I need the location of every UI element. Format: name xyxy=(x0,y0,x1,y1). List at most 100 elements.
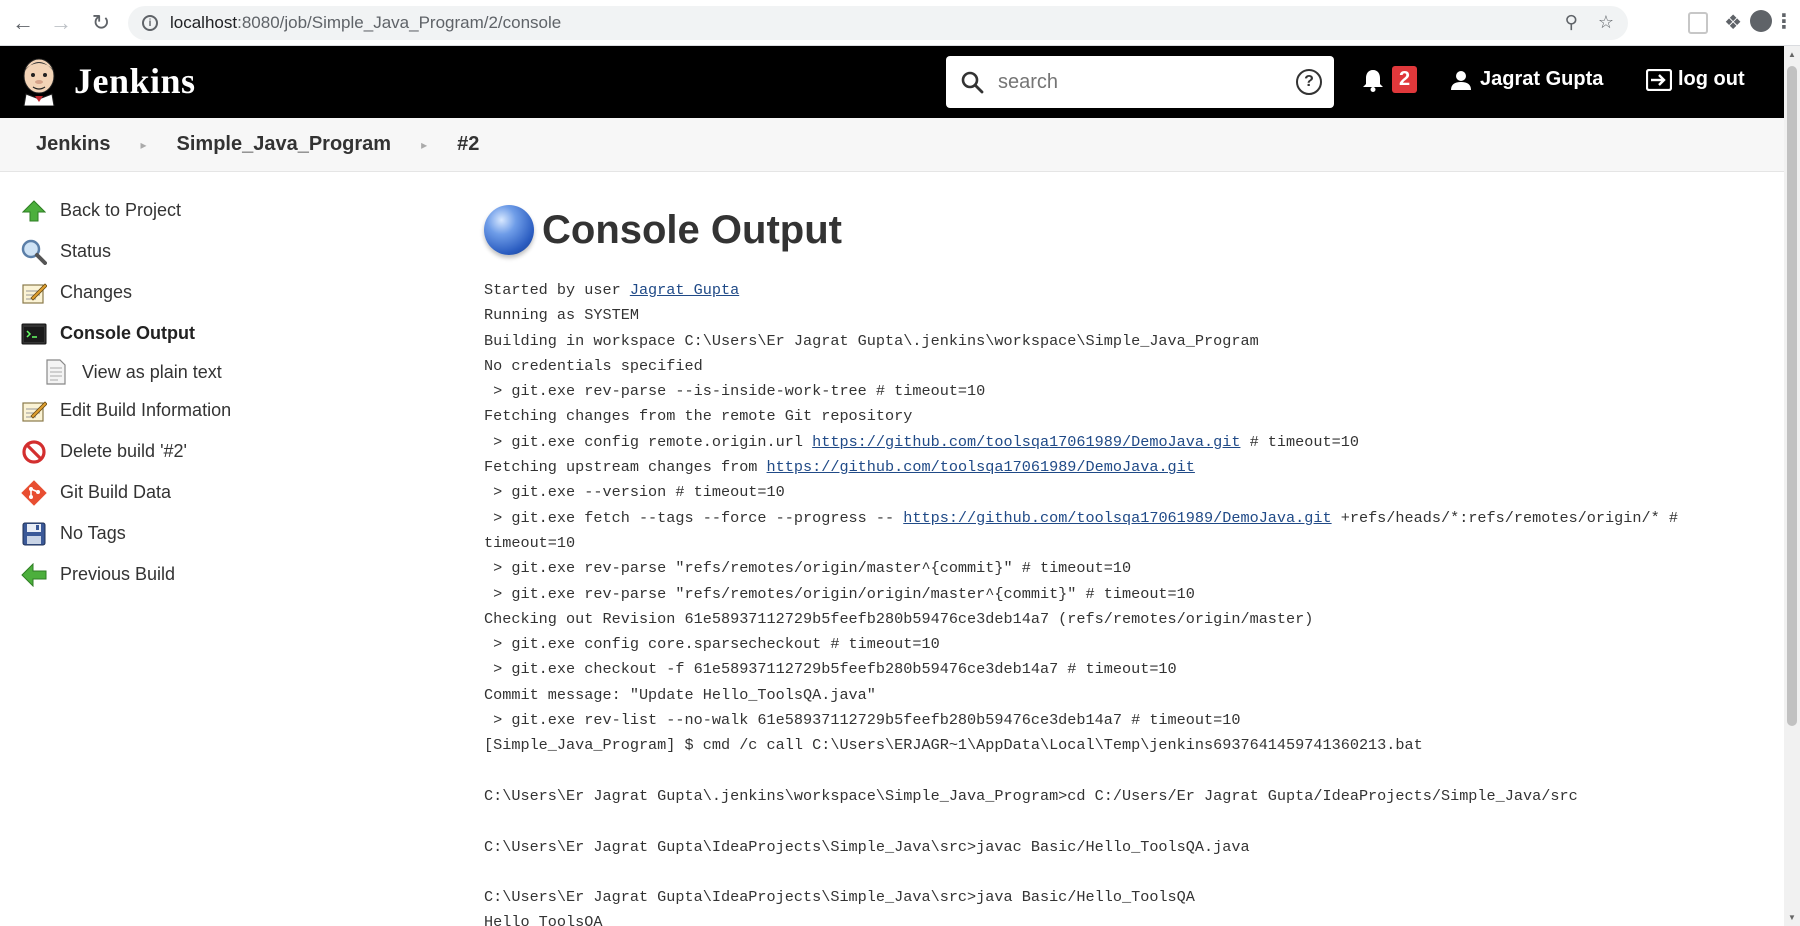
console-line: > git.exe rev-parse "refs/remotes/origin… xyxy=(484,584,1195,603)
console-output: Started by user Jagrat Gupta Running as … xyxy=(484,278,1764,926)
user-icon xyxy=(1451,70,1471,90)
console-line: Commit message: "Update Hello_ToolsQA.ja… xyxy=(484,685,876,704)
search-icon xyxy=(961,71,984,94)
console-line: Fetching upstream changes from xyxy=(484,458,767,477)
title-row: Console Output xyxy=(484,196,1764,264)
repo-url-link[interactable]: https://github.com/toolsqa17061989/DemoJ… xyxy=(767,458,1195,476)
back-arrow-icon[interactable]: ← xyxy=(8,8,38,38)
address-bar[interactable]: i localhost:8080/job/Simple_Java_Program… xyxy=(128,6,1628,40)
notepad-icon xyxy=(20,397,48,425)
terminal-icon xyxy=(20,320,48,348)
console-line: > git.exe config core.sparsecheckout # t… xyxy=(484,635,940,654)
console-line: +refs/heads/*:refs/remotes/origin/* # xyxy=(1331,508,1678,527)
up-arrow-icon xyxy=(20,197,48,225)
repo-url-link[interactable]: https://github.com/toolsqa17061989/DemoJ… xyxy=(812,433,1240,451)
url-host: localhost xyxy=(170,13,238,32)
console-line: > git.exe checkout -f 61e58937112729b5fe… xyxy=(484,660,1177,679)
console-line: Started by user xyxy=(484,281,630,299)
breadcrumb-chevron-icon[interactable]: ▸ xyxy=(421,138,427,152)
jenkins-header: Jenkins ? 2 Jagrat Gupta log out xyxy=(0,46,1784,118)
reload-icon[interactable]: ↻ xyxy=(86,8,116,38)
console-line: > git.exe rev-parse --is-inside-work-tre… xyxy=(484,382,986,401)
jenkins-butler-icon xyxy=(23,58,55,106)
console-line: Running as SYSTEM xyxy=(484,306,639,325)
bookmark-star-icon[interactable]: ☆ xyxy=(1598,12,1614,33)
search-input[interactable] xyxy=(998,70,1278,94)
console-line: Hello ToolsQA xyxy=(484,913,603,926)
notifications[interactable]: 2 xyxy=(1362,66,1418,93)
breadcrumb-item-job[interactable]: Simple_Java_Program xyxy=(177,133,392,156)
started-by-user-link[interactable]: Jagrat Gupta xyxy=(630,281,739,299)
task-view-as-plain-text[interactable]: View as plain text xyxy=(20,354,440,390)
left-arrow-icon xyxy=(20,561,48,589)
forward-arrow-icon[interactable]: → xyxy=(46,8,76,38)
browser-menu-icon[interactable]: ⋮ xyxy=(1774,9,1794,34)
info-icon[interactable]: i xyxy=(142,15,158,31)
console-line: > git.exe config remote.origin.url xyxy=(484,432,813,451)
console-line: Building in workspace C:\Users\Er Jagrat… xyxy=(484,331,1259,350)
notification-count-badge: 2 xyxy=(1392,66,1418,93)
profile-avatar-icon[interactable] xyxy=(1750,10,1772,32)
task-previous-build[interactable]: Previous Build xyxy=(20,554,440,595)
logout-link[interactable]: log out xyxy=(1646,68,1745,91)
help-icon[interactable]: ? xyxy=(1296,69,1322,95)
console-line: > git.exe rev-list --no-walk 61e58937112… xyxy=(484,711,1241,730)
task-back-to-project[interactable]: Back to Project xyxy=(20,190,440,231)
repo-url-link[interactable]: https://github.com/toolsqa17061989/DemoJ… xyxy=(903,509,1331,527)
search-box[interactable]: ? xyxy=(946,56,1334,108)
console-line: C:\Users\Er Jagrat Gupta\IdeaProjects\Si… xyxy=(484,888,1195,907)
console-line: # timeout=10 xyxy=(1240,432,1359,451)
puzzle-extensions-icon[interactable]: ❖ xyxy=(1724,10,1742,35)
scroll-down-arrow-icon[interactable]: ▼ xyxy=(1788,913,1796,922)
breadcrumb-item-jenkins[interactable]: Jenkins xyxy=(36,133,110,156)
console-line: C:\Users\Er Jagrat Gupta\IdeaProjects\Si… xyxy=(484,837,1250,856)
jenkins-logo[interactable]: Jenkins xyxy=(20,56,196,106)
scroll-thumb[interactable] xyxy=(1787,66,1797,726)
console-line: Checking out Revision 61e58937112729b5fe… xyxy=(484,609,1314,628)
scroll-up-arrow-icon[interactable]: ▲ xyxy=(1788,50,1796,59)
user-name: Jagrat Gupta xyxy=(1480,68,1604,90)
console-line: C:\Users\Er Jagrat Gupta\.jenkins\worksp… xyxy=(484,786,1578,805)
user-link[interactable]: Jagrat Gupta xyxy=(1450,68,1603,91)
task-label: Git Build Data xyxy=(60,482,172,502)
bell-icon xyxy=(1363,69,1383,92)
logout-label: log out xyxy=(1678,68,1745,90)
console-line: No credentials specified xyxy=(484,356,703,375)
task-status[interactable]: Status xyxy=(20,231,440,272)
console-line: > git.exe rev-parse "refs/remotes/origin… xyxy=(484,559,1132,578)
task-label: No Tags xyxy=(60,523,126,543)
page-scrollbar[interactable]: ▲ ▼ xyxy=(1784,46,1800,926)
page-title: Console Output xyxy=(542,207,842,252)
task-label: Edit Build Information xyxy=(60,400,232,420)
task-changes[interactable]: Changes xyxy=(20,272,440,313)
console-line: Fetching changes from the remote Git rep… xyxy=(484,407,913,426)
task-label: Console Output xyxy=(60,323,195,343)
main-panel: Console Output Started by user Jagrat Gu… xyxy=(484,196,1764,926)
logout-icon xyxy=(1646,68,1672,91)
zoom-icon[interactable]: ⚲ xyxy=(1565,12,1578,33)
no-entry-icon xyxy=(20,438,48,466)
task-label: Delete build '#2' xyxy=(60,441,187,461)
breadcrumb-chevron-icon[interactable]: ▸ xyxy=(140,138,146,152)
task-console-output[interactable]: Console Output xyxy=(20,313,440,354)
task-no-tags[interactable]: No Tags xyxy=(20,513,440,554)
task-edit-build-information[interactable]: Edit Build Information xyxy=(20,390,440,431)
browser-toolbar: ← → ↻ i localhost:8080/job/Simple_Java_P… xyxy=(0,0,1800,46)
breadcrumb-item-build[interactable]: #2 xyxy=(457,133,479,156)
extension-icon[interactable] xyxy=(1688,12,1708,34)
console-line: [Simple_Java_Program] $ cmd /c call C:\U… xyxy=(484,736,1423,755)
task-label: Changes xyxy=(60,282,133,302)
task-delete-build[interactable]: Delete build '#2' xyxy=(20,431,440,472)
magnifier-icon xyxy=(20,238,48,266)
side-panel: Back to Project Status Changes Console O… xyxy=(20,190,440,595)
git-icon xyxy=(20,479,48,507)
task-git-build-data[interactable]: Git Build Data xyxy=(20,472,440,513)
task-label: Previous Build xyxy=(60,564,176,584)
console-line: timeout=10 xyxy=(484,533,576,552)
notepad-icon xyxy=(20,279,48,307)
task-label: Back to Project xyxy=(60,200,182,220)
breadcrumb: Jenkins ▸ Simple_Java_Program ▸ #2 xyxy=(0,118,1784,172)
url-path: :8080/job/Simple_Java_Program/2/console xyxy=(237,13,562,32)
task-label: Status xyxy=(60,241,112,261)
floppy-disk-icon xyxy=(20,520,48,548)
